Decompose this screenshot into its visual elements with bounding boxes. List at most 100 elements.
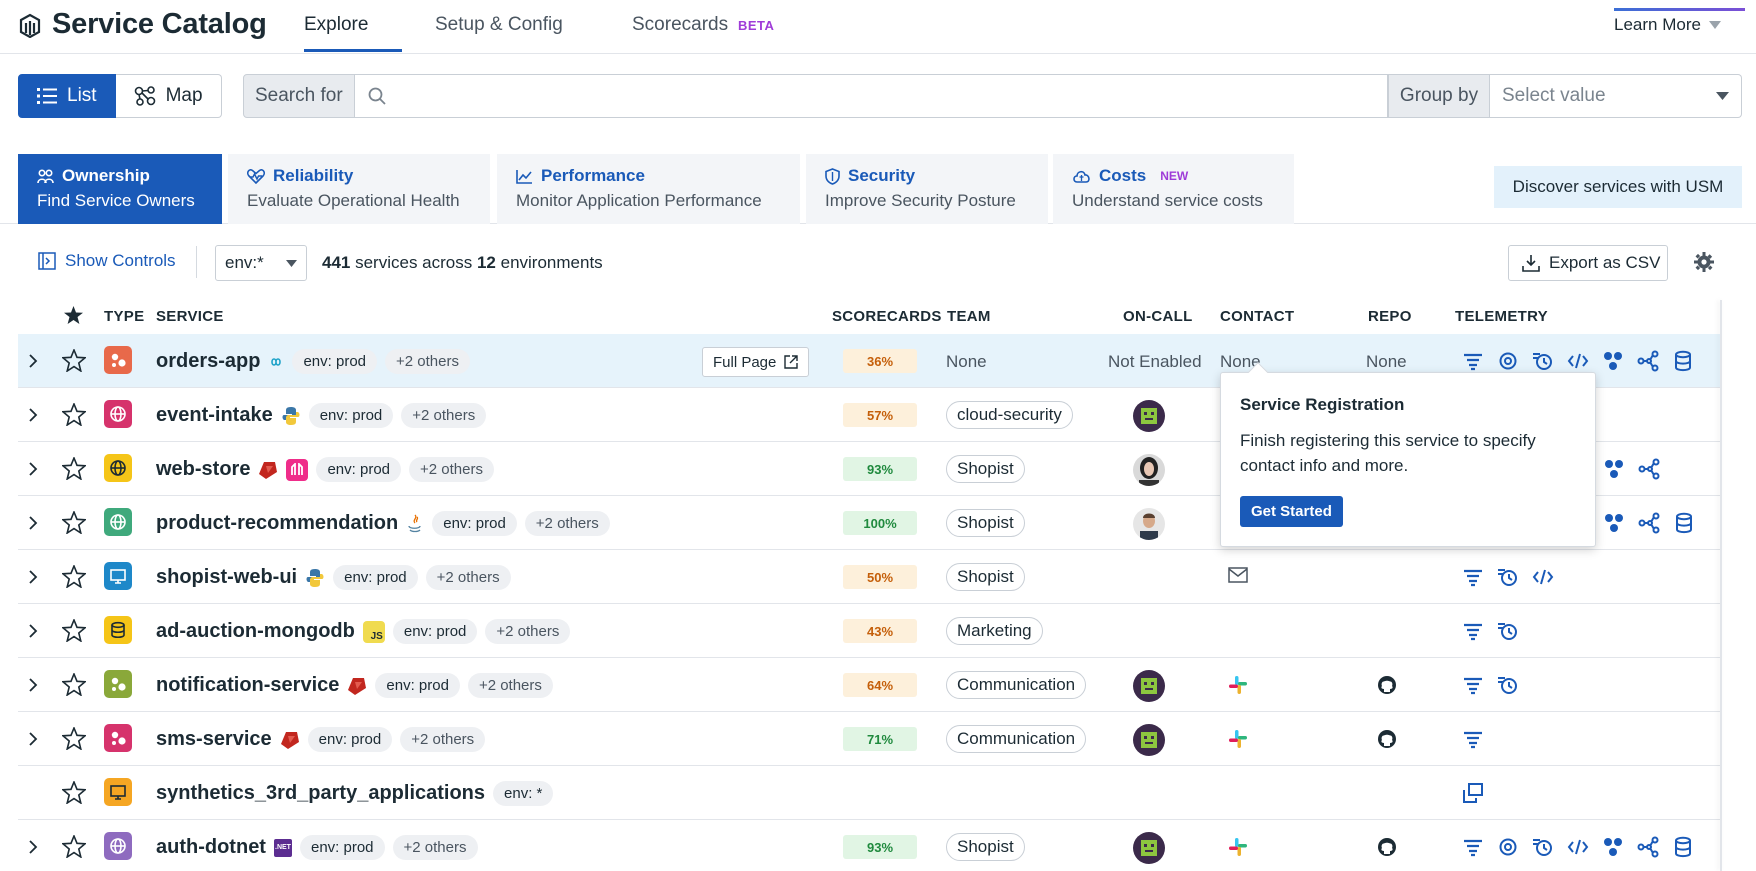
team-tag[interactable]: Shopist bbox=[946, 833, 1025, 861]
service-name[interactable]: shopist-web-ui bbox=[156, 566, 297, 589]
chevron-right-icon[interactable] bbox=[28, 353, 38, 369]
table-row[interactable]: shopist-web-ui env: prod +2 others 50% S… bbox=[18, 550, 1722, 604]
team-tag[interactable]: Communication bbox=[946, 671, 1087, 699]
group-by-select[interactable]: Select value bbox=[1490, 74, 1742, 118]
code-icon[interactable] bbox=[1567, 350, 1589, 372]
lens-costs[interactable]: Costs NEW Understand service costs bbox=[1053, 154, 1294, 224]
email-icon[interactable] bbox=[1228, 567, 1248, 583]
database-icon[interactable] bbox=[1672, 350, 1694, 372]
chevron-right-icon[interactable] bbox=[28, 839, 38, 855]
github-icon[interactable] bbox=[1377, 729, 1397, 749]
logs-icon[interactable] bbox=[1462, 350, 1484, 372]
col-type[interactable]: TYPE bbox=[104, 308, 144, 325]
scorecard-badge[interactable]: 57% bbox=[843, 403, 917, 427]
search-box[interactable] bbox=[354, 74, 1388, 118]
col-contact[interactable]: CONTACT bbox=[1220, 308, 1294, 325]
apm-target-icon[interactable] bbox=[1497, 836, 1519, 858]
star-outline-icon[interactable] bbox=[62, 619, 86, 642]
scorecard-badge[interactable]: 100% bbox=[843, 511, 917, 535]
tab-scorecards[interactable]: Scorecards bbox=[632, 14, 728, 36]
col-telemetry[interactable]: TELEMETRY bbox=[1455, 308, 1548, 325]
service-name[interactable]: synthetics_3rd_party_applications bbox=[156, 782, 485, 805]
team-tag[interactable]: Communication bbox=[946, 725, 1087, 753]
github-icon[interactable] bbox=[1377, 837, 1397, 857]
more-envs-tag[interactable]: +2 others bbox=[400, 727, 486, 752]
database-icon[interactable] bbox=[1672, 836, 1694, 858]
profiler-icon[interactable] bbox=[1497, 566, 1519, 588]
logs-icon[interactable] bbox=[1462, 674, 1484, 696]
star-outline-icon[interactable] bbox=[62, 565, 86, 588]
env-select[interactable]: env:* bbox=[215, 245, 307, 281]
team-tag[interactable]: Shopist bbox=[946, 455, 1025, 483]
scorecard-badge[interactable]: 64% bbox=[843, 673, 917, 697]
lens-reliability[interactable]: Reliability Evaluate Operational Health bbox=[228, 154, 490, 224]
chevron-right-icon[interactable] bbox=[28, 569, 38, 585]
star-outline-icon[interactable] bbox=[62, 673, 86, 696]
avatar[interactable] bbox=[1133, 400, 1165, 432]
chevron-right-icon[interactable] bbox=[28, 623, 38, 639]
chevron-right-icon[interactable] bbox=[28, 677, 38, 693]
service-name[interactable]: web-store bbox=[156, 458, 250, 481]
slack-icon[interactable] bbox=[1228, 837, 1248, 857]
service-name[interactable]: notification-service bbox=[156, 674, 339, 697]
code-icon[interactable] bbox=[1532, 566, 1554, 588]
avatar[interactable] bbox=[1133, 508, 1165, 540]
more-envs-tag[interactable]: +2 others bbox=[524, 511, 610, 536]
avatar[interactable] bbox=[1133, 454, 1165, 486]
trace-tree-icon[interactable] bbox=[1637, 350, 1659, 372]
col-service[interactable]: SERVICE bbox=[156, 308, 224, 325]
avatar[interactable] bbox=[1133, 724, 1165, 756]
github-icon[interactable] bbox=[1377, 675, 1397, 695]
list-view-button[interactable]: List bbox=[18, 74, 116, 118]
code-icon[interactable] bbox=[1567, 836, 1589, 858]
env-tag[interactable]: env: prod bbox=[307, 727, 393, 752]
table-row[interactable]: auth-dotnet .NET env: prod +2 others 93%… bbox=[18, 820, 1722, 871]
lens-ownership[interactable]: Ownership Find Service Owners bbox=[18, 154, 222, 224]
env-tag[interactable]: env: prod bbox=[308, 403, 394, 428]
dependency-map-icon[interactable] bbox=[1603, 512, 1625, 534]
synthetics-icon[interactable] bbox=[1462, 782, 1484, 804]
learn-more-button[interactable]: Learn More bbox=[1614, 15, 1721, 35]
dependency-map-icon[interactable] bbox=[1603, 458, 1625, 480]
service-name[interactable]: product-recommendation bbox=[156, 512, 398, 535]
more-envs-tag[interactable]: +2 others bbox=[385, 349, 470, 374]
scorecard-badge[interactable]: 93% bbox=[843, 835, 917, 859]
show-controls-button[interactable]: Show Controls bbox=[38, 251, 176, 271]
profiler-icon[interactable] bbox=[1497, 620, 1519, 642]
more-envs-tag[interactable]: +2 others bbox=[467, 673, 553, 698]
service-name[interactable]: ad-auction-mongodb bbox=[156, 620, 355, 643]
star-outline-icon[interactable] bbox=[62, 511, 86, 534]
slack-icon[interactable] bbox=[1228, 729, 1248, 749]
col-oncall[interactable]: ON-CALL bbox=[1123, 308, 1193, 325]
env-tag[interactable]: env: prod bbox=[432, 511, 517, 536]
table-row[interactable]: notification-service env: prod +2 others… bbox=[18, 658, 1722, 712]
lens-performance[interactable]: Performance Monitor Application Performa… bbox=[497, 154, 800, 224]
full-page-button[interactable]: Full Page bbox=[702, 347, 810, 377]
more-envs-tag[interactable]: +2 others bbox=[409, 457, 494, 482]
database-icon[interactable] bbox=[1673, 512, 1695, 534]
more-envs-tag[interactable]: +2 others bbox=[401, 403, 487, 428]
col-repo[interactable]: REPO bbox=[1368, 308, 1412, 325]
more-envs-tag[interactable]: +2 others bbox=[425, 565, 511, 590]
star-outline-icon[interactable] bbox=[62, 457, 86, 480]
profiler-icon[interactable] bbox=[1532, 836, 1554, 858]
avatar[interactable] bbox=[1133, 670, 1165, 702]
slack-icon[interactable] bbox=[1228, 675, 1248, 695]
service-name[interactable]: event-intake bbox=[156, 404, 273, 427]
env-tag[interactable]: env: prod bbox=[333, 565, 418, 590]
env-tag[interactable]: env: prod bbox=[292, 349, 378, 374]
scorecard-badge[interactable]: 50% bbox=[843, 565, 917, 589]
team-tag[interactable]: Marketing bbox=[946, 617, 1043, 645]
service-name[interactable]: sms-service bbox=[156, 728, 272, 751]
chevron-right-icon[interactable] bbox=[28, 407, 38, 423]
team-tag[interactable]: Shopist bbox=[946, 563, 1025, 591]
chevron-right-icon[interactable] bbox=[28, 461, 38, 477]
star-outline-icon[interactable] bbox=[62, 727, 86, 750]
avatar[interactable] bbox=[1133, 832, 1165, 864]
env-tag[interactable]: env: prod bbox=[392, 619, 478, 644]
logs-icon[interactable] bbox=[1462, 728, 1484, 750]
scorecard-badge[interactable]: 36% bbox=[843, 349, 917, 373]
service-name[interactable]: auth-dotnet bbox=[156, 836, 266, 859]
logs-icon[interactable] bbox=[1462, 620, 1484, 642]
profiler-icon[interactable] bbox=[1532, 350, 1554, 372]
